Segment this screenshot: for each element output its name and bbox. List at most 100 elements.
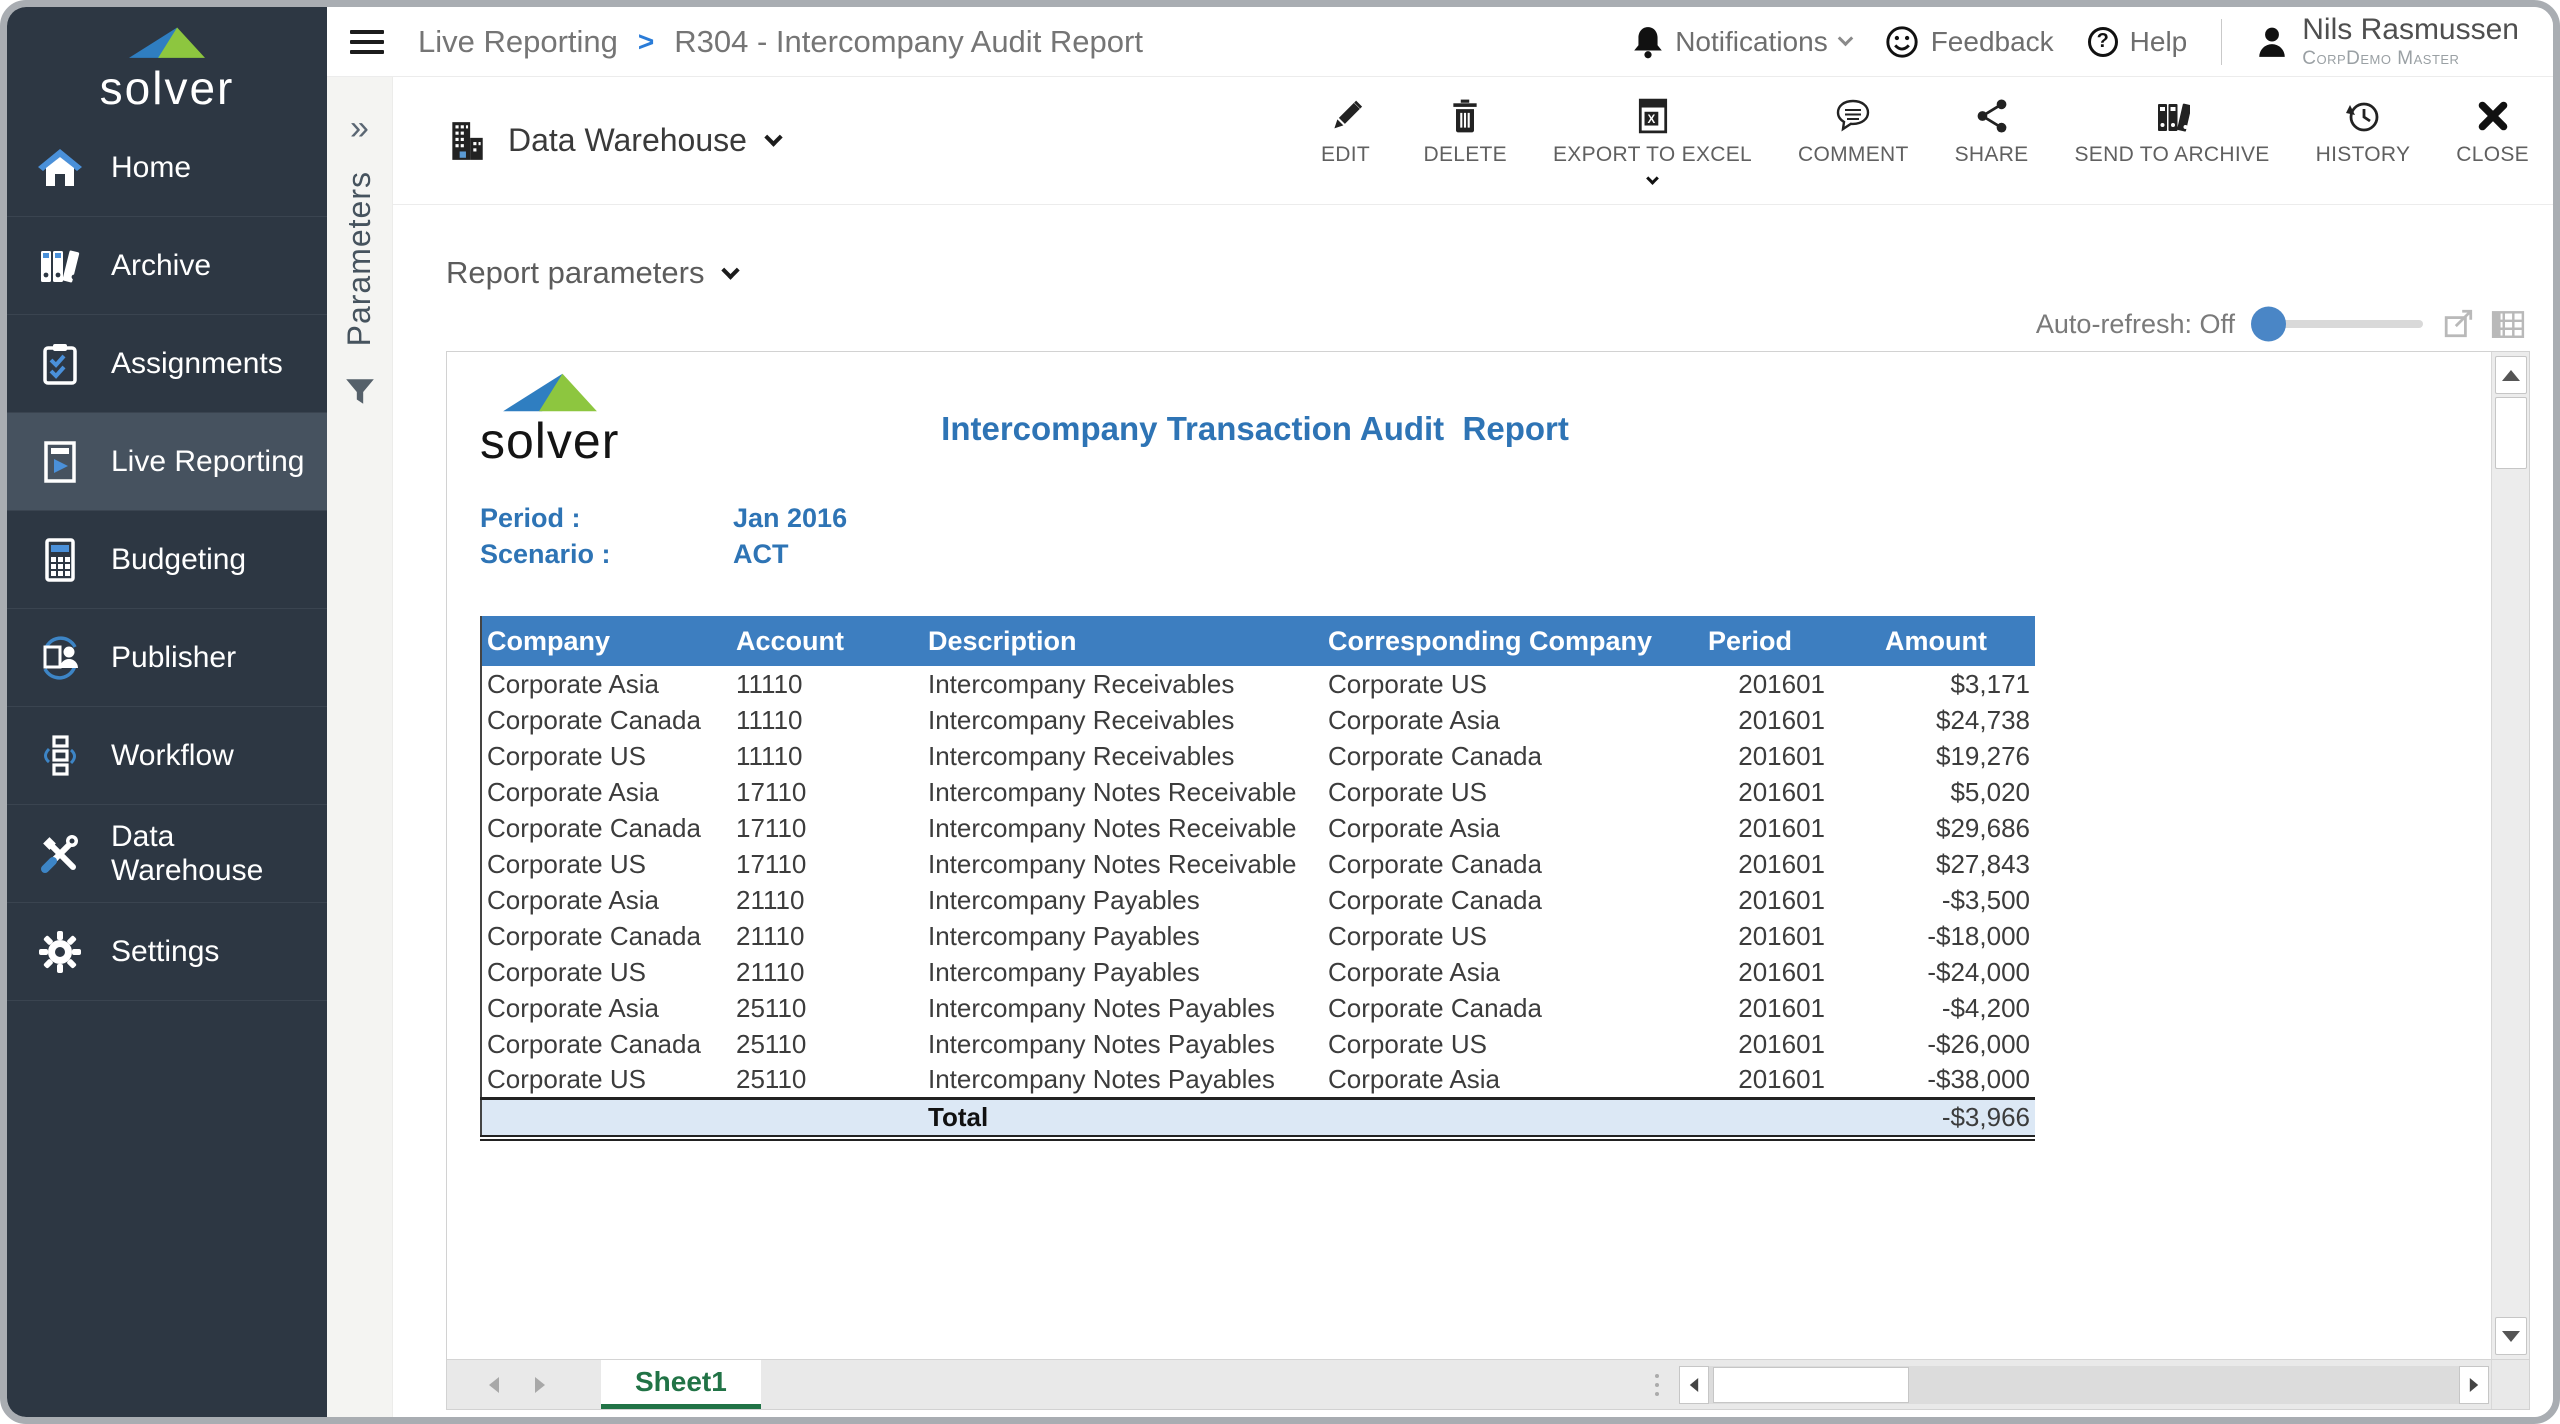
sidebar-item-workflow[interactable]: Workflow: [7, 707, 327, 805]
auto-refresh-knob[interactable]: [2251, 307, 2286, 342]
sidebar-item-label: Data Warehouse: [111, 820, 327, 888]
period-label: Period :: [480, 503, 733, 534]
table-cell: Corporate US: [481, 1062, 731, 1098]
table-row: Corporate Asia21110Intercompany Payables…: [481, 882, 2035, 918]
feedback-button[interactable]: Feedback: [1885, 25, 2054, 59]
sidebar-item-live-reporting[interactable]: Live Reporting: [7, 413, 327, 511]
table-cell: 11110: [731, 702, 923, 738]
table-cell: Corporate US: [1323, 774, 1703, 810]
horizontal-scroll-thumb[interactable]: [1713, 1367, 1909, 1403]
table-cell: 11110: [731, 738, 923, 774]
scenario-value: ACT: [733, 539, 789, 570]
sidebar-item-label: Home: [111, 151, 191, 185]
scroll-up-button[interactable]: [2495, 356, 2527, 394]
sidebar-item-archive[interactable]: Archive: [7, 217, 327, 315]
table-cell: Intercompany Receivables: [923, 738, 1323, 774]
close-button[interactable]: CLOSE: [2456, 98, 2529, 167]
sidebar-item-assignments[interactable]: Assignments: [7, 315, 327, 413]
app-window: solver Home: [0, 0, 2560, 1424]
scroll-right-button[interactable]: [2459, 1366, 2489, 1404]
prev-sheet-arrow[interactable]: [489, 1377, 499, 1393]
report-parameters-toggle[interactable]: Report parameters: [446, 255, 737, 291]
scenario-label: Scenario :: [480, 539, 733, 570]
history-button[interactable]: HISTORY: [2316, 98, 2411, 167]
table-row: Corporate US17110Intercompany Notes Rece…: [481, 846, 2035, 882]
table-cell: Corporate Canada: [1323, 846, 1703, 882]
user-icon: [2256, 25, 2288, 59]
triangle-right-icon: [2470, 1378, 2478, 1392]
col-period: Period: [1703, 616, 1839, 666]
table-cell: Intercompany Notes Receivable: [923, 846, 1323, 882]
table-cell: Corporate US: [1323, 918, 1703, 954]
scroll-left-button[interactable]: [1679, 1366, 1709, 1404]
breadcrumb: Live Reporting > R304 - Intercompany Aud…: [418, 24, 1143, 60]
delete-button[interactable]: DELETE: [1424, 98, 1508, 167]
expand-parameters-icon[interactable]: »: [350, 111, 369, 145]
data-source-selector[interactable]: Data Warehouse: [446, 119, 780, 163]
toolbar-actions: EDIT DELETE: [1314, 98, 2530, 183]
sidebar-item-settings[interactable]: Settings: [7, 903, 327, 1001]
table-cell: Corporate US: [1323, 666, 1703, 702]
report-logo-text: solver: [480, 416, 619, 466]
table-cell: 21110: [731, 954, 923, 990]
parameters-panel-collapsed[interactable]: » Parameters: [327, 77, 393, 1417]
grid-view-icon[interactable]: [2491, 308, 2525, 340]
table-cell: -$3,500: [1839, 882, 2035, 918]
help-button[interactable]: ? Help: [2088, 26, 2188, 58]
trash-icon: [1447, 98, 1483, 134]
sidebar-item-publisher[interactable]: Publisher: [7, 609, 327, 707]
next-sheet-arrow[interactable]: [535, 1377, 545, 1393]
user-name: Nils Rasmussen: [2302, 13, 2519, 48]
send-to-archive-button[interactable]: SEND TO ARCHIVE: [2074, 98, 2269, 167]
table-cell: 201601: [1703, 954, 1839, 990]
open-in-window-icon[interactable]: [2443, 308, 2475, 340]
sidebar-item-home[interactable]: Home: [7, 119, 327, 217]
vertical-scrollbar[interactable]: [2491, 352, 2529, 1359]
user-menu[interactable]: Nils Rasmussen CorpDemo Master: [2256, 13, 2519, 69]
content: Data Warehouse E: [393, 77, 2553, 1417]
sheet-tab[interactable]: Sheet1: [601, 1360, 761, 1409]
user-org: CorpDemo Master: [2302, 48, 2459, 70]
share-button[interactable]: SHARE: [1955, 98, 2029, 167]
vertical-scroll-thumb[interactable]: [2495, 397, 2527, 469]
delete-label: DELETE: [1424, 143, 1508, 167]
table-cell: Corporate Asia: [1323, 702, 1703, 738]
table-cell: Corporate Canada: [481, 702, 731, 738]
comment-button[interactable]: COMMENT: [1798, 98, 1909, 167]
table-cell: 201601: [1703, 738, 1839, 774]
breadcrumb-current: R304 - Intercompany Audit Report: [674, 24, 1143, 60]
sidebar-item-budgeting[interactable]: Budgeting: [7, 511, 327, 609]
report-fields: Period : Jan 2016 Scenario : ACT: [480, 500, 847, 572]
export-to-excel-button[interactable]: X EXPORT TO EXCEL: [1553, 98, 1752, 183]
view-option-icons: [2443, 308, 2525, 340]
hamburger-menu-icon[interactable]: [350, 30, 384, 54]
table-cell: Intercompany Receivables: [923, 702, 1323, 738]
table-cell: -$24,000: [1839, 954, 2035, 990]
filter-funnel-icon: [343, 376, 377, 408]
feedback-label: Feedback: [1931, 26, 2054, 58]
table-header-row: Company Account Description Correspondin…: [481, 616, 2035, 666]
notifications-label: Notifications: [1675, 26, 1828, 58]
sidebar-item-data-warehouse[interactable]: Data Warehouse: [7, 805, 327, 903]
table-cell: -$18,000: [1839, 918, 2035, 954]
notifications-button[interactable]: Notifications: [1633, 25, 1851, 59]
report-toolbar: Data Warehouse E: [393, 77, 2553, 205]
solver-logo-icon: [126, 25, 208, 63]
auto-refresh-label: Auto-refresh: Off: [2036, 309, 2235, 340]
triangle-left-icon: [1690, 1378, 1698, 1392]
table-cell: Corporate Asia: [1323, 810, 1703, 846]
edit-label: EDIT: [1321, 143, 1370, 167]
scrollbar-splitter-handle[interactable]: [1655, 1374, 1659, 1396]
table-cell: Corporate Asia: [481, 666, 731, 702]
scroll-down-button[interactable]: [2495, 1317, 2527, 1355]
table-cell: Corporate US: [481, 738, 731, 774]
table-cell: Intercompany Receivables: [923, 666, 1323, 702]
excel-icon: X: [1635, 98, 1671, 134]
breadcrumb-parent[interactable]: Live Reporting: [418, 24, 618, 60]
auto-refresh-slider[interactable]: [2255, 320, 2423, 328]
sheet-nav-arrows: [447, 1377, 545, 1393]
table-cell: Intercompany Payables: [923, 882, 1323, 918]
edit-button[interactable]: EDIT: [1314, 98, 1378, 167]
horizontal-scrollbar[interactable]: [1679, 1366, 2489, 1404]
table-cell: Corporate Asia: [481, 882, 731, 918]
